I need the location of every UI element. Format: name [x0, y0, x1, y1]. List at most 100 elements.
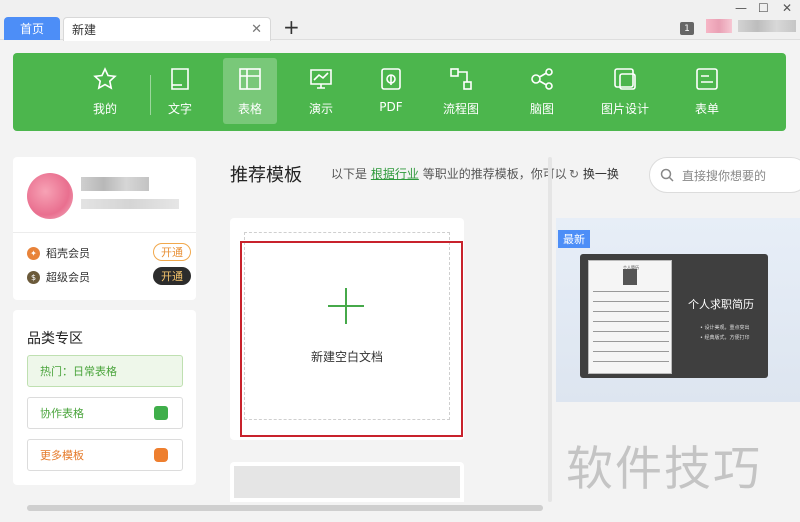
membership-label: 超级会员	[46, 271, 90, 284]
toolbar-label: 表格	[237, 102, 262, 116]
close-window-icon[interactable]: ✕	[782, 0, 792, 16]
close-icon[interactable]: ✕	[251, 22, 262, 37]
category-item-label: 更多模板	[40, 449, 84, 462]
toolbar-item-image-design[interactable]: 图片设计	[598, 58, 652, 124]
tab-home[interactable]: 首页	[4, 17, 60, 40]
toolbar-label: 演示	[308, 102, 333, 116]
toolbar-label: 表单	[694, 102, 719, 116]
search-placeholder: 直接搜你想要的	[682, 168, 767, 183]
tab-new-label: 新建	[72, 23, 97, 37]
doc-type-toolbar: 我的 文字 表格 演示 PDF 流程图 脑图 图片设计 表单	[13, 53, 786, 131]
window-count-badge[interactable]: 1	[680, 22, 694, 35]
open-super-button[interactable]: 开通	[153, 267, 191, 285]
daoke-member-icon: ✦	[27, 246, 40, 260]
pdf-icon	[381, 68, 401, 90]
category-item-more[interactable]: 更多模板	[27, 439, 183, 471]
avatar[interactable]	[27, 173, 73, 219]
category-item-label: 热门：日常表格	[40, 365, 117, 378]
resume-line	[593, 341, 669, 342]
toolbar-item-text[interactable]: 文字	[153, 58, 207, 124]
resume-line	[593, 351, 669, 352]
user-avatar-blurred[interactable]	[706, 19, 732, 33]
toolbar-label: 文字	[167, 102, 192, 116]
category-item-hot[interactable]: 热门：日常表格	[27, 355, 183, 387]
toolbar-item-pdf[interactable]: PDF	[364, 58, 418, 124]
membership-row-daoke: ✦ 稻壳会员 开通	[27, 243, 191, 263]
template-card-resume[interactable]: 最新 个人简历 个人求职简历 • 设计美观，重点突出 • 经典版式，方便打印	[556, 218, 800, 402]
resume-photo	[623, 269, 637, 285]
flowchart-icon	[450, 68, 472, 90]
category-item-label: 协作表格	[40, 407, 84, 420]
template-bullet: • 设计美观，重点突出	[700, 325, 750, 331]
tab-new[interactable]: 新建 ✕	[63, 17, 271, 41]
category-panel: 品类专区 热门：日常表格 协作表格 更多模板	[13, 310, 196, 485]
category-item-collab[interactable]: 协作表格	[27, 397, 183, 429]
divider	[13, 232, 196, 233]
toolbar-label: PDF	[379, 100, 403, 114]
desc-suffix: 等职业的推荐模板，你可以	[422, 167, 567, 181]
horizontal-scrollbar[interactable]	[27, 505, 543, 511]
user-name-blurred[interactable]	[738, 20, 796, 32]
vertical-scrollbar[interactable]	[548, 157, 552, 502]
user-name-blurred	[81, 177, 149, 191]
membership-label: 稻壳会员	[46, 247, 90, 260]
new-badge: 最新	[558, 230, 590, 248]
presentation-icon	[310, 69, 332, 89]
title-bar: 首页 新建 ✕ + 1 — ☐ ✕	[0, 0, 800, 41]
resume-line	[593, 301, 669, 302]
page-title: 推荐模板	[230, 165, 302, 186]
resume-line	[593, 321, 669, 322]
resume-line	[593, 361, 669, 362]
refresh-icon: ↻	[569, 167, 580, 181]
user-info-blurred	[81, 199, 179, 209]
template-thumbnail: 个人简历 个人求职简历 • 设计美观，重点突出 • 经典版式，方便打印	[580, 254, 768, 378]
toolbar-label: 我的	[92, 102, 117, 116]
industry-link[interactable]: 根据行业	[371, 167, 419, 181]
template-card-placeholder[interactable]	[230, 462, 464, 502]
open-daoke-button[interactable]: 开通	[153, 243, 191, 261]
category-title: 品类专区	[27, 331, 83, 347]
form-icon	[696, 68, 718, 90]
template-bullet-text: 经典版式，方便打印	[704, 335, 750, 341]
add-tab-icon[interactable]: +	[283, 15, 300, 39]
resume-line	[593, 331, 669, 332]
refresh-button[interactable]: ↻ 换一换	[569, 165, 619, 182]
toolbar-label: 脑图	[529, 102, 554, 116]
toolbar-item-flowchart[interactable]: 流程图	[434, 58, 488, 124]
maximize-icon[interactable]: ☐	[758, 0, 769, 16]
toolbar-item-presentation[interactable]: 演示	[294, 58, 348, 124]
template-bullet: • 经典版式，方便打印	[700, 335, 750, 341]
template-icon	[154, 448, 168, 462]
highlight-box	[240, 241, 463, 437]
scrollbar-thumb[interactable]	[27, 505, 543, 511]
resume-line	[593, 291, 669, 292]
desc-prefix: 以下是	[331, 167, 368, 181]
layers-icon	[154, 406, 168, 420]
super-member-icon: $	[27, 270, 40, 284]
recommend-desc: 以下是 根据行业 等职业的推荐模板，你可以	[331, 165, 567, 182]
profile-panel: ✦ 稻壳会员 开通 $ 超级会员 开通	[13, 157, 196, 300]
toolbar-item-mindmap[interactable]: 脑图	[515, 58, 569, 124]
toolbar-divider	[150, 75, 151, 115]
table-icon	[239, 68, 261, 90]
document-icon	[171, 68, 189, 90]
minimize-icon[interactable]: —	[735, 0, 747, 16]
toolbar-label: 图片设计	[600, 102, 649, 116]
template-thumbnail-loading	[234, 466, 460, 498]
search-icon	[660, 168, 674, 182]
resume-line	[593, 311, 669, 312]
toolbar-item-mine[interactable]: 我的	[78, 58, 132, 124]
watermark: 软件技巧	[566, 442, 762, 497]
membership-row-super: $ 超级会员 开通	[27, 267, 191, 287]
template-title: 个人求职简历	[688, 298, 754, 311]
search-input[interactable]: 直接搜你想要的	[649, 157, 800, 193]
star-icon	[93, 67, 117, 90]
template-bullet-text: 设计美观，重点突出	[704, 325, 750, 331]
toolbar-item-form[interactable]: 表单	[680, 58, 734, 124]
resume-paper: 个人简历	[588, 260, 672, 374]
toolbar-item-sheet[interactable]: 表格	[223, 58, 277, 124]
refresh-label: 换一换	[582, 167, 619, 181]
image-design-icon	[614, 68, 636, 90]
mindmap-icon	[531, 68, 553, 90]
toolbar-label: 流程图	[442, 102, 479, 116]
